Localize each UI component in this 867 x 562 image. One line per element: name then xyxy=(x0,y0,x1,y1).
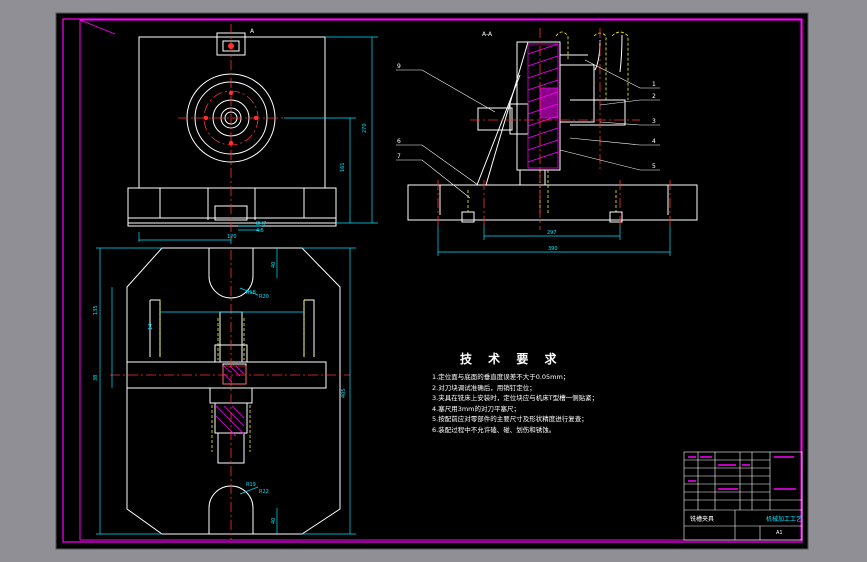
svg-text:161: 161 xyxy=(340,162,346,172)
svg-text:297: 297 xyxy=(547,230,557,236)
school-name: 机械加工工艺 xyxy=(766,515,802,523)
leader-number-3: 3 xyxy=(652,118,656,125)
requirement-item: 5.按配前应对零部件的主要尺寸及形状精度进行复查； xyxy=(432,415,588,424)
svg-text:8H7: 8H7 xyxy=(256,221,266,227)
svg-text:405: 405 xyxy=(341,388,347,398)
svg-text:40: 40 xyxy=(271,262,277,268)
requirements-title: 技 术 要 求 xyxy=(460,352,563,366)
leader-number-6: 6 xyxy=(397,138,401,145)
requirement-item: 2.对刀块调试准确后，用销钉定位； xyxy=(432,383,536,392)
leader-number-4: 4 xyxy=(652,138,656,145)
requirement-item: 6.装配过程中不允许磕、碰、划伤和锈蚀。 xyxy=(432,425,556,434)
section-label: A-A xyxy=(482,31,493,38)
leader-number-7: 7 xyxy=(397,153,401,160)
svg-text:14: 14 xyxy=(148,324,154,330)
drawing-sheet xyxy=(55,12,809,550)
leader-number-2: 2 xyxy=(652,93,656,100)
svg-text:270: 270 xyxy=(362,123,368,133)
leader-number-1: 1 xyxy=(652,81,656,88)
cad-viewport[interactable]: 270 161 120 8H7 4.5 A 135 38 405 14 40 4… xyxy=(0,0,867,562)
requirement-item: 4.塞尺用3mm的对刀平塞尺； xyxy=(432,404,521,413)
svg-text:120: 120 xyxy=(227,234,237,240)
requirements-list: 1.定位面与底面的垂直度误差不大于0.05mm； 2.对刀块调试准确后，用销钉定… xyxy=(432,372,598,436)
svg-text:38: 38 xyxy=(93,375,99,381)
svg-text:135: 135 xyxy=(93,305,99,315)
leader-number-5: 5 xyxy=(652,163,656,170)
drawing-name: 铣槽夹具 xyxy=(690,515,714,523)
svg-text:R22: R22 xyxy=(259,489,269,495)
svg-text:R18: R18 xyxy=(246,290,256,296)
sheet-size: A1 xyxy=(776,530,783,536)
svg-text:390: 390 xyxy=(548,246,558,252)
leader-number-9: 9 xyxy=(397,63,401,70)
requirement-item: 3.夹具在铣床上安装时，定位块应与机床T型槽一侧贴紧； xyxy=(432,394,599,403)
svg-text:40: 40 xyxy=(271,518,277,524)
requirement-item: 1.定位面与底面的垂直度误差不大于0.05mm； xyxy=(432,373,570,381)
svg-text:4.5: 4.5 xyxy=(256,228,264,234)
assembly-drawing: 270 161 120 8H7 4.5 A 135 38 405 14 40 4… xyxy=(55,12,809,550)
svg-text:R19: R19 xyxy=(246,482,256,488)
svg-text:R20: R20 xyxy=(259,294,269,300)
